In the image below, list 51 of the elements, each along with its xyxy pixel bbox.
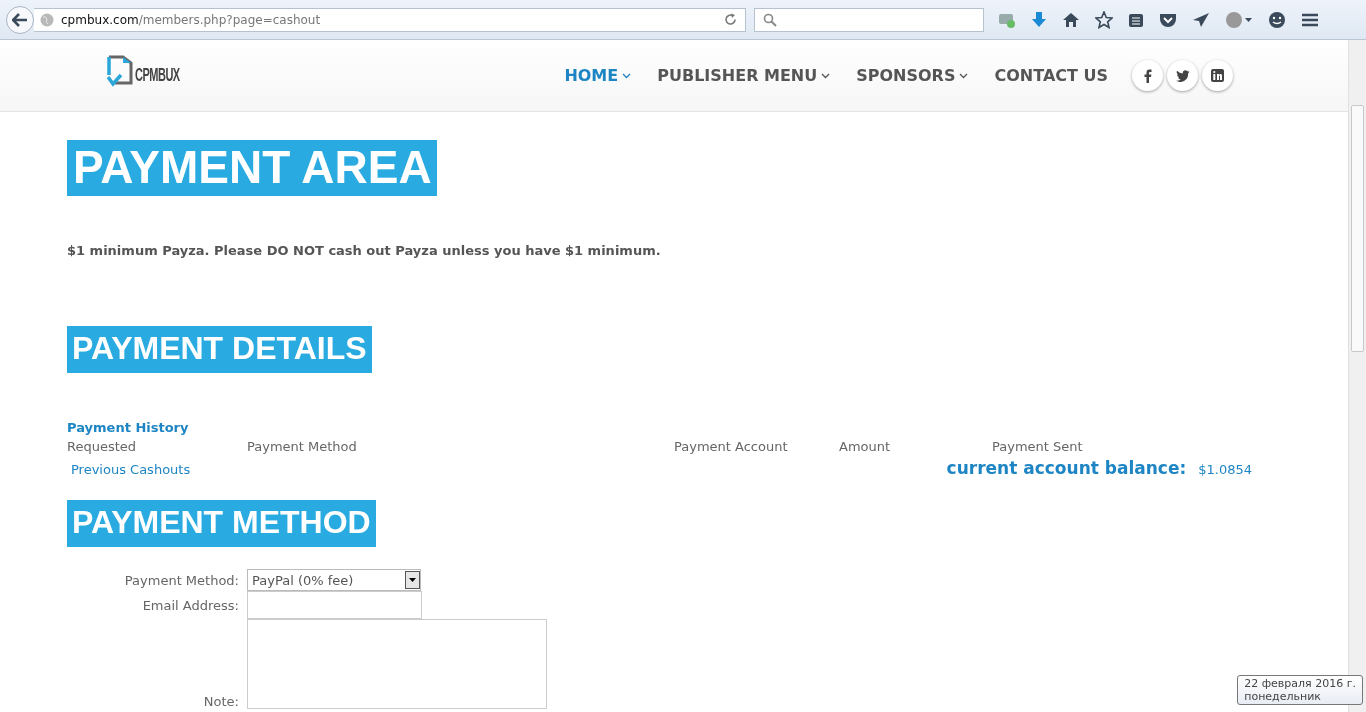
dropdown-arrow-icon [409, 578, 416, 582]
previous-cashouts-link[interactable]: Previous Cashouts [71, 462, 191, 477]
address-bar[interactable]: cpmbux.com/members.php?page=cashout [34, 7, 746, 32]
email-field[interactable] [247, 591, 422, 619]
scrollbar[interactable] [1348, 40, 1366, 712]
menu-icon[interactable] [1301, 11, 1319, 28]
paper-plane-icon[interactable] [1192, 11, 1210, 28]
section-heading: PAYMENT AREA [67, 140, 437, 196]
linkedin-button[interactable] [1202, 60, 1233, 91]
adblock-icon[interactable] [1225, 10, 1253, 29]
field-label: Email Address: [142, 597, 239, 613]
tooltip-text: понедельник [1244, 690, 1322, 703]
url-text: cpmbux.com/members.php?page=cashout [61, 12, 321, 27]
facebook-button[interactable] [1132, 60, 1163, 91]
back-button[interactable] [6, 5, 34, 34]
field-label: Note: [203, 694, 239, 709]
twitter-button[interactable] [1167, 60, 1198, 91]
globe-icon [40, 12, 54, 27]
reading-list-icon[interactable] [1128, 11, 1144, 28]
nav-link[interactable]: PUBLISHER MENU [657, 66, 831, 85]
balance-label: current account balance: [946, 458, 1187, 478]
pocket-icon[interactable] [1159, 11, 1177, 28]
tooltip-text: 22 февраля 2016 г. [1244, 677, 1356, 690]
reload-icon[interactable] [724, 13, 737, 26]
star-icon[interactable] [1095, 10, 1113, 29]
logo-text: CPMBUX [135, 64, 180, 85]
download-icon[interactable] [1031, 10, 1047, 29]
nav-link[interactable]: HOME [564, 66, 632, 85]
facebook-icon [1143, 68, 1152, 83]
note-field[interactable] [247, 619, 547, 709]
field-label: Payment Method: [124, 572, 239, 588]
payment-method-select[interactable]: PayPal (0% fee) [247, 569, 421, 591]
smiley-icon[interactable] [1268, 10, 1286, 29]
column-header: Payment Account [674, 439, 789, 454]
search-field[interactable] [754, 7, 984, 32]
bird-icon [1175, 69, 1190, 82]
notice-text: $1 minimum Payza. Please DO NOT cash out Payza unless you have $1 minimum. [67, 243, 662, 258]
column-header: Requested [67, 439, 138, 454]
column-header: Payment Sent [992, 439, 1084, 454]
linkedin-icon [1211, 69, 1224, 82]
balance-value: $1.0854 [1198, 462, 1252, 477]
nav-link[interactable]: CONTACT US [994, 66, 1108, 85]
search-icon [763, 12, 777, 27]
nav-link[interactable]: SPONSORS [856, 66, 969, 85]
back-arrow-icon [12, 12, 28, 27]
home-icon[interactable] [1062, 11, 1080, 28]
section-heading: PAYMENT DETAILS [67, 326, 372, 373]
column-header: Amount [839, 439, 892, 454]
payment-history-link[interactable]: Payment History [67, 420, 1348, 435]
column-header: Payment Method [247, 439, 358, 454]
section-heading: PAYMENT METHOD [67, 500, 376, 547]
